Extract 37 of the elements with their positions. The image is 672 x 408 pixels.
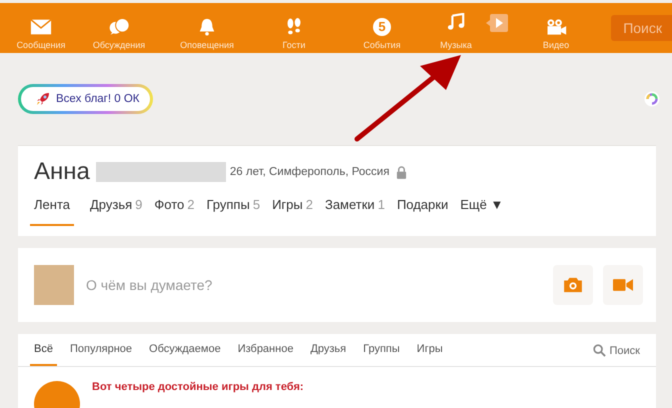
feed-tab[interactable]: Друзья	[310, 343, 346, 366]
events-icon: 5	[373, 18, 391, 36]
feed-tab[interactable]: Всё	[30, 343, 57, 366]
envelope-icon	[30, 18, 52, 36]
post-title: Вот четыре достойные игры для тебя:	[92, 381, 304, 395]
feed-search-link[interactable]: Поиск	[592, 344, 640, 366]
profile-tab[interactable]: Подарки	[396, 197, 448, 226]
profile-tab[interactable]: Друзья 9	[90, 197, 142, 226]
photo-placeholder	[34, 265, 74, 305]
profile-tab[interactable]: Заметки 1	[324, 197, 385, 226]
post-input-field[interactable]: О чём вы думаете?	[84, 276, 543, 294]
feed-tab[interactable]: Игры	[416, 343, 443, 366]
feed-tab[interactable]: Группы	[363, 343, 400, 366]
profile-info: 26 лет, Симферополь, Россия	[230, 166, 390, 178]
speech-bubbles-icon	[108, 18, 130, 36]
feed-tab[interactable]: Популярное	[70, 343, 132, 366]
color-ring-icon[interactable]	[644, 91, 660, 107]
play-button-icon[interactable]	[486, 14, 508, 32]
music-note-icon	[445, 13, 467, 31]
photo-button[interactable]	[553, 265, 593, 305]
profile-tab[interactable]: Лента	[30, 197, 74, 226]
lock-icon	[396, 166, 408, 178]
feed-tab[interactable]: Избранное	[238, 343, 294, 366]
profile-tab[interactable]: Фото 2	[154, 197, 194, 226]
profile-name: Анна	[34, 158, 90, 186]
search-icon	[592, 344, 606, 357]
feed-tab[interactable]: Обсуждаемое	[149, 343, 221, 366]
promo-badge[interactable]: Всех благ! 0 ОК	[18, 84, 153, 114]
badge-text: Всех благ! 0 ОК	[56, 93, 140, 105]
video-button[interactable]	[603, 265, 643, 305]
profile-tab[interactable]: Игры 2	[272, 197, 313, 226]
profile-tab[interactable]: Группы 5	[206, 197, 260, 226]
film-camera-icon	[545, 18, 567, 36]
camera-icon	[563, 277, 583, 293]
rocket-icon	[35, 91, 51, 107]
video-camera-icon	[613, 277, 633, 293]
profile-tab[interactable]: Ещё ▼	[460, 197, 504, 226]
